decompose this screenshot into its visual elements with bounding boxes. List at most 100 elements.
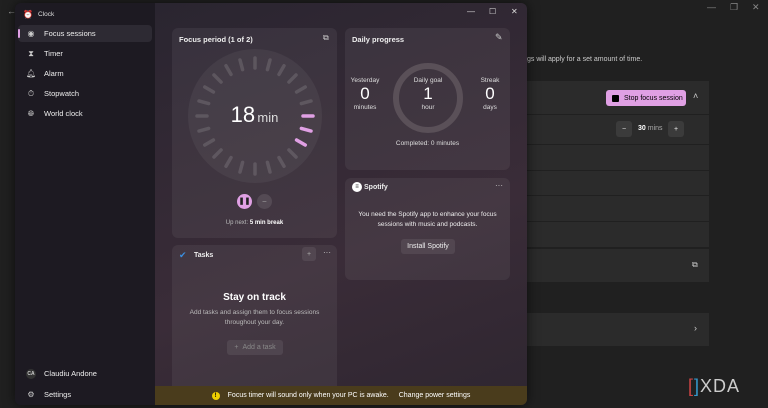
maximize-button[interactable]: ☐ <box>489 7 496 16</box>
tasks-message: Add tasks and assign them to focus sessi… <box>189 309 320 326</box>
spotify-message: You need the Spotify app to enhance your… <box>358 211 497 228</box>
decrease-button[interactable]: − <box>616 121 632 137</box>
timer-unit: min <box>257 110 279 125</box>
settings-row <box>527 145 709 170</box>
banner-message: Focus timer will sound only when your PC… <box>227 392 389 399</box>
plus-icon: + <box>234 344 239 351</box>
streak-value: 0 <box>485 84 495 103</box>
edit-pencil-icon[interactable]: ✎ <box>495 32 503 43</box>
sidebar: ⏰ Clock ◉ Focus sessions ⧗ Timer 🔔︎ Alarm ⏱… <box>15 3 155 405</box>
tasks-heading: Stay on track <box>223 292 286 303</box>
sidebar-item-label: Focus sessions <box>44 29 96 38</box>
goal-unit: hour <box>421 104 435 111</box>
settings-row <box>527 196 709 221</box>
completed-text: Completed: 0 minutes <box>395 140 460 147</box>
avatar: CA <box>26 368 36 379</box>
clock-app-icon: ⏰ <box>23 10 33 19</box>
yesterday-stat: Yesterday 0 minutes <box>345 77 385 111</box>
up-next-label: Up next: <box>225 220 249 226</box>
sidebar-item-label: Stopwatch <box>44 89 80 98</box>
user-name: Claudiu Andone <box>44 369 97 378</box>
bell-icon: 🔔︎ <box>26 69 37 78</box>
install-spotify-button[interactable]: Install Spotify <box>401 239 455 254</box>
streak-label: Streak <box>480 77 500 84</box>
chevron-up-icon[interactable]: ˄ <box>693 91 698 101</box>
add-task-label: Add a task <box>242 344 276 351</box>
user-account[interactable]: CA Claudiu Andone <box>18 365 152 382</box>
duration-row: − 30 mins + <box>527 115 709 144</box>
pause-button[interactable]: ❚❚ <box>237 194 252 209</box>
clock-window: ⏰ Clock ◉ Focus sessions ⧗ Timer 🔔︎ Alarm ⏱… <box>15 3 527 405</box>
more-options-icon[interactable]: ··· <box>323 248 331 257</box>
warning-icon: ! <box>211 391 220 400</box>
sidebar-item-timer[interactable]: ⧗ Timer <box>18 45 152 62</box>
main-area: — ☐ ✕ Focus period (1 of 2) ⧉ 18 min ❚❚ … <box>155 3 527 405</box>
todo-check-icon: ✔ <box>179 250 187 260</box>
settings-row <box>527 222 709 247</box>
duration-unit: mins <box>647 125 663 132</box>
sidebar-item-label: Alarm <box>44 69 64 78</box>
goal-label: Daily goal <box>413 77 443 84</box>
yesterday-value: 0 <box>360 84 370 103</box>
spotify-icon: ≡ <box>352 182 362 192</box>
daily-progress-title: Daily progress <box>352 35 405 44</box>
spotify-title: Spotify <box>364 184 388 191</box>
yesterday-label: Yesterday <box>350 77 380 84</box>
more-options-icon[interactable]: ··· <box>495 181 503 190</box>
sidebar-item-settings[interactable]: ⚙ Settings <box>18 386 152 403</box>
up-next-value: 5 min break <box>249 220 284 226</box>
up-next: Up next: 5 min break <box>172 220 337 226</box>
sidebar-item-focus-sessions[interactable]: ◉ Focus sessions <box>18 25 152 42</box>
daily-goal-stat: Daily goal 1 hour <box>402 77 454 111</box>
tasks-card: ✔ Tasks + ··· Stay on track Add tasks an… <box>172 245 337 395</box>
sidebar-item-label: World clock <box>44 109 83 118</box>
streak-unit: days <box>483 104 497 111</box>
timer-readout: 18 min <box>172 102 337 128</box>
minimize-button[interactable]: — <box>467 7 475 16</box>
restore-button[interactable]: ❐ <box>730 2 738 13</box>
minimize-button[interactable]: — <box>707 2 716 12</box>
globe-icon: 🌐︎ <box>27 108 35 118</box>
add-a-task-button[interactable]: + Add a task <box>227 340 283 355</box>
sidebar-item-stopwatch[interactable]: ⏱︎ Stopwatch <box>18 85 152 102</box>
focus-period-card: Focus period (1 of 2) ⧉ 18 min ❚❚ – Up n… <box>172 28 337 238</box>
timer-minutes: 18 <box>230 102 256 127</box>
goal-value: 1 <box>423 84 433 103</box>
daily-progress-card: Daily progress ✎ Yesterday 0 minutes Daily… <box>345 28 510 170</box>
sidebar-item-label: Settings <box>44 390 72 399</box>
pause-icon: ❚❚ <box>238 198 251 205</box>
sidebar-item-world-clock[interactable]: 🌐︎ World clock <box>18 105 152 122</box>
close-button[interactable]: ✕ <box>752 2 760 13</box>
stop-label: Stop focus session <box>624 94 683 102</box>
chevron-right-icon: › <box>694 323 697 333</box>
focus-period-title: Focus period (1 of 2) <box>179 35 253 44</box>
app-title: Clock <box>38 11 55 18</box>
external-link-row[interactable]: ⧉ <box>527 249 709 282</box>
stop-icon <box>612 94 619 102</box>
yesterday-unit: minutes <box>353 104 377 111</box>
xda-watermark: []XDA <box>688 376 741 396</box>
power-warning-banner: ! Focus timer will sound only when your … <box>155 386 527 405</box>
compact-view-icon[interactable]: ⧉ <box>323 33 329 43</box>
focus-panel-header: Stop focus session ˄ <box>527 81 709 114</box>
focus-icon: ◉ <box>27 29 35 38</box>
duration-value: 30 <box>638 125 646 132</box>
stopwatch-icon: ⏱︎ <box>27 88 35 98</box>
close-button[interactable]: ✕ <box>511 7 518 16</box>
settings-row <box>527 171 709 195</box>
change-power-settings-link[interactable]: Change power settings <box>399 392 471 399</box>
streak-stat: Streak 0 days <box>471 77 509 111</box>
sidebar-item-alarm[interactable]: 🔔︎ Alarm <box>18 65 152 82</box>
external-link-icon: ⧉ <box>692 260 698 269</box>
add-task-icon[interactable]: + <box>302 247 316 261</box>
stop-focus-session-button[interactable]: Stop focus session <box>606 90 686 106</box>
hourglass-icon: ⧗ <box>28 48 34 58</box>
settings-hint: gs will apply for a set amount of time. <box>527 56 643 63</box>
sidebar-item-label: Timer <box>44 49 63 58</box>
stop-button[interactable]: – <box>257 194 272 209</box>
gear-icon: ⚙ <box>27 390 35 399</box>
chevron-row[interactable]: › <box>527 313 709 346</box>
increase-button[interactable]: + <box>668 121 684 137</box>
selection-indicator <box>18 29 20 38</box>
spotify-card: ≡ Spotify ··· You need the Spotify app t… <box>345 178 510 280</box>
